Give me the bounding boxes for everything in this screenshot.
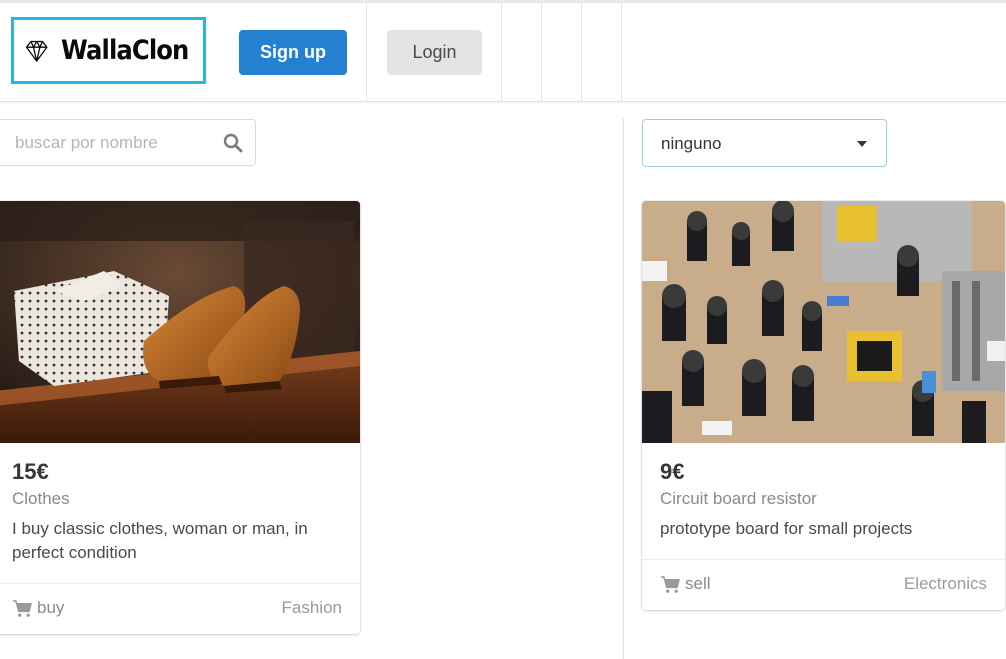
search-icon[interactable] (223, 133, 243, 153)
ad-price: 15€ (12, 459, 49, 484)
tag-select-value: ninguno (661, 134, 722, 153)
tag-select[interactable]: ninguno (642, 119, 887, 167)
ad-tag[interactable]: Electronics (904, 574, 987, 594)
ad-type: buy (12, 598, 64, 618)
brand-name: WallaClon (61, 35, 189, 66)
login-button[interactable]: Login (387, 30, 482, 75)
ad-card[interactable]: 15€ Clothes I buy classic clothes, woman… (0, 201, 360, 634)
ad-type: sell (660, 574, 711, 594)
navbar-divider (541, 3, 542, 101)
brand-logo[interactable]: WallaClon (11, 17, 206, 84)
ad-name: Clothes (12, 489, 70, 508)
search-field[interactable] (0, 119, 256, 166)
cart-icon (12, 599, 32, 617)
diamond-icon (25, 40, 48, 62)
navbar-divider (581, 3, 582, 101)
navbar-divider (621, 3, 622, 101)
ad-description: I buy classic clothes, woman or man, in … (12, 519, 308, 562)
ad-price: 9€ (660, 459, 685, 484)
search-input[interactable] (15, 132, 215, 154)
signup-button[interactable]: Sign up (239, 30, 347, 75)
ad-type-label: buy (37, 598, 65, 617)
navbar-divider (366, 3, 367, 101)
ad-footer: buy Fashion (0, 583, 360, 634)
ad-tag[interactable]: Fashion (282, 598, 342, 618)
ad-footer: sell Electronics (642, 559, 1005, 610)
navbar-divider (501, 3, 502, 101)
caret-down-icon (857, 141, 867, 147)
ad-description: prototype board for small projects (660, 519, 913, 538)
column-divider (623, 118, 624, 659)
cart-icon (661, 575, 680, 593)
ad-card[interactable]: 9€ Circuit board resistor prototype boar… (642, 201, 1005, 610)
ad-image (642, 201, 1005, 443)
ad-image (0, 201, 360, 443)
ad-name: Circuit board resistor (660, 489, 817, 508)
ad-type-label: sell (685, 574, 711, 593)
navbar: WallaClon Sign up Login (0, 0, 1006, 102)
